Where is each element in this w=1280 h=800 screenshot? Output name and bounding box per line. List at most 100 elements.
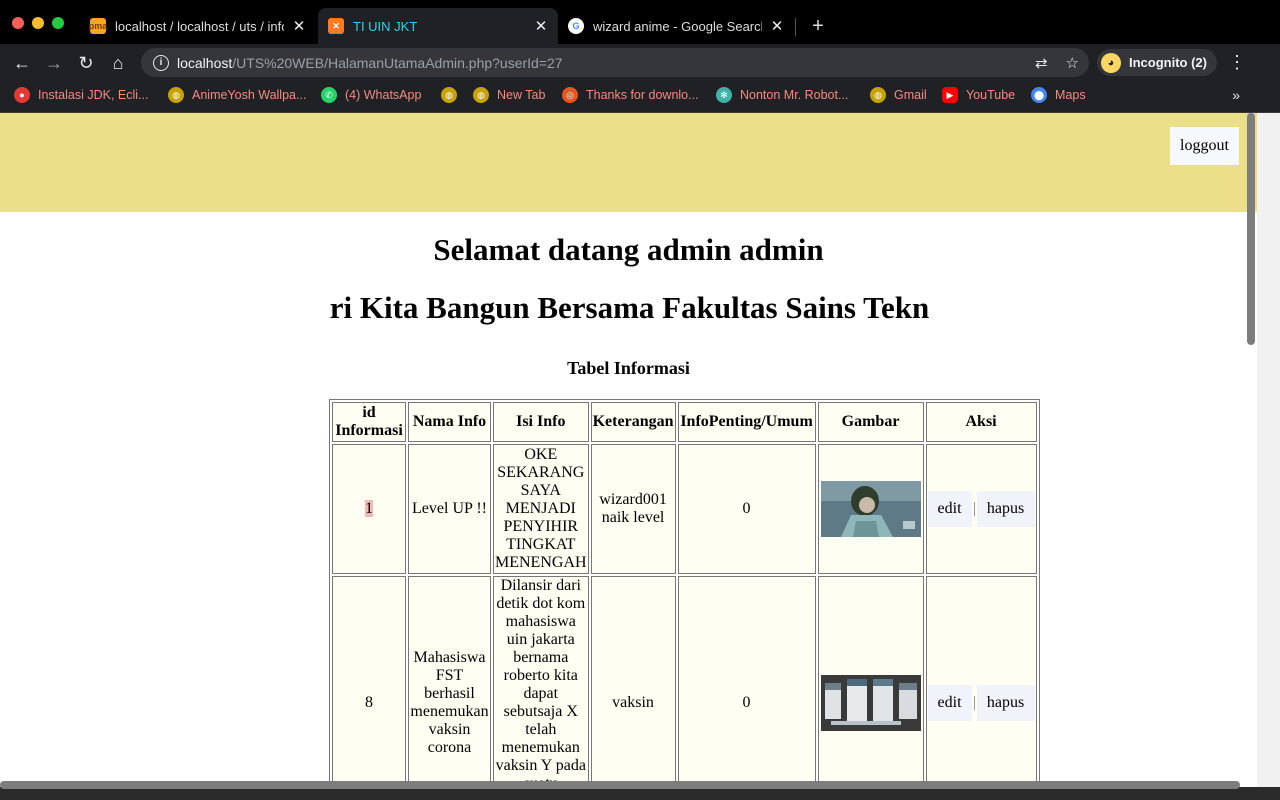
tab-phpmyadmin[interactable]: pma localhost / localhost / uts / info ✕ [80,8,316,44]
bookmark-label: Instalasi JDK, Ecli... [38,88,149,102]
cell-aksi: edit hapus [925,444,1037,574]
browser-tab-bar: pma localhost / localhost / uts / info ✕… [0,0,1280,44]
welcome-heading: Selamat datang admin admin [433,232,824,267]
reload-icon[interactable]: ↻ [75,52,97,74]
tab-ti-uin-jkt[interactable]: ✕ TI UIN JKT ✕ [318,8,558,44]
vaccine-vials-image [820,675,921,731]
bookmark-label: New Tab [497,88,546,102]
page-header: loggout [0,113,1257,212]
more-bookmarks-icon[interactable]: » [1232,87,1240,103]
column-header: InfoPenting/Umum [677,402,816,442]
logout-button[interactable]: loggout [1170,127,1239,165]
whatsapp-icon: ✆ [321,87,337,103]
info-table: id Informasi Nama Info Isi Info Keterang… [329,399,1040,787]
cell-penting: 0 [677,576,816,787]
tab-title: TI UIN JKT [353,18,418,34]
bookmark-item[interactable]: ⬤ Maps [1031,87,1086,103]
bookmark-label: Gmail [894,88,927,102]
table-header-row: id Informasi Nama Info Isi Info Keterang… [332,402,1037,442]
marquee-text: Mari Kita Bangun Bersama Fakultas Sains … [329,290,929,325]
window-controls [12,17,64,29]
close-tab-icon[interactable]: ✕ [534,17,548,35]
column-header: Nama Info [408,402,491,442]
phpmyadmin-icon: pma [89,18,107,34]
tab-title: wizard anime - Google Search [593,18,762,34]
cell-gambar [817,444,924,574]
bookmark-star-icon[interactable]: ☆ [1066,54,1079,72]
close-tab-icon[interactable]: ✕ [292,17,306,35]
globe-icon: ◍ [441,87,457,103]
tab-title: localhost / localhost / uts / info [115,18,284,34]
tab-google-search[interactable]: G wizard anime - Google Search ✕ [558,8,794,44]
cell-id: 8 [332,576,406,787]
bookmark-item[interactable]: ◍ AnimeYosh Wallpa... [168,87,306,103]
google-icon: G [568,18,584,34]
tab-separator [795,18,796,36]
delete-button[interactable]: hapus [976,685,1035,721]
bookmark-label: Nonton Mr. Robot... [740,88,849,102]
url-text: localhost/UTS%20WEB/HalamanUtamaAdmin.ph… [177,55,563,71]
horizontal-scrollbar[interactable] [0,781,1240,789]
incognito-badge[interactable]: ◕ Incognito (2) [1097,49,1217,76]
incognito-icon: ◕ [1101,52,1121,73]
maps-pin-icon: ⬤ [1031,87,1047,103]
table-row: 8 Mahasiswa FST berhasil menemukan vaksi… [332,576,1037,787]
back-icon[interactable]: ← [11,52,33,74]
bookmark-label: AnimeYosh Wallpa... [192,88,307,102]
new-tab-button[interactable]: + [808,14,828,38]
delete-button[interactable]: hapus [976,491,1035,527]
youtube-icon: ▶ [942,87,958,103]
minimize-window-button[interactable] [32,17,44,29]
edit-button[interactable]: edit [927,491,972,527]
cell-aksi: edit hapus [925,576,1037,787]
edit-button[interactable]: edit [927,685,972,721]
page-viewport: loggout Selamat datang admin admin Mari … [0,113,1257,787]
globe-icon: ◍ [870,87,886,103]
cell-isi: Dilansir dari detik dot kom mahasiswa ui… [493,576,589,787]
browser-toolbar: ← → ↻ ⌂ i localhost/UTS%20WEB/HalamanUta… [0,44,1280,81]
red-circle-icon: ● [14,87,30,103]
bookmarks-bar: ● Instalasi JDK, Ecli... ◍ AnimeYosh Wallp… [0,81,1280,113]
bookmark-label: Thanks for downlo... [586,88,699,102]
column-header: Isi Info [493,402,589,442]
browser-menu-icon[interactable]: ⋮ [1228,52,1246,72]
bookmark-item[interactable]: ◍ New Tab [473,87,545,103]
action-divider [973,502,975,516]
ubuntu-icon: ◎ [562,87,578,103]
cell-keterangan: wizard001 naik level [590,444,676,574]
bookmark-label: Maps [1055,88,1086,102]
site-info-icon[interactable]: i [153,54,169,71]
translate-icon[interactable]: ⇄ [1035,54,1048,72]
action-divider [973,696,975,710]
cell-penting: 0 [677,444,816,574]
bookmark-label: YouTube [966,88,1016,102]
globe-icon: ◍ [168,87,184,103]
column-header: Gambar [817,402,924,442]
vertical-scrollbar[interactable] [1247,113,1255,345]
bookmark-item[interactable]: ✻ Nonton Mr. Robot... [716,87,848,103]
url-host: localhost [177,54,233,71]
cell-nama: Mahasiswa FST berhasil menemukan vaksin … [408,576,491,787]
close-window-button[interactable] [12,17,24,29]
forward-icon[interactable]: → [43,52,65,74]
bookmark-item[interactable]: ◎ Thanks for downlo... [562,87,699,103]
column-header: id Informasi [332,402,406,442]
vertical-scrollbar-track [1257,113,1280,787]
address-bar[interactable]: i localhost/UTS%20WEB/HalamanUtamaAdmin.… [141,48,1089,77]
incognito-label: Incognito (2) [1129,55,1207,70]
cell-id: 1 [332,444,406,574]
cell-keterangan: vaksin [590,576,676,787]
bookmark-item[interactable]: ◍ [441,87,465,103]
url-path: /UTS%20WEB/HalamanUtamaAdmin.php?userId=… [232,54,563,71]
bookmark-label: (4) WhatsApp [345,88,422,102]
close-tab-icon[interactable]: ✕ [770,17,784,35]
cell-nama: Level UP !! [408,444,491,574]
bookmark-item[interactable]: ✆ (4) WhatsApp [321,87,421,103]
table-caption: Tabel Informasi [567,358,690,378]
home-icon[interactable]: ⌂ [107,52,129,74]
maximize-window-button[interactable] [52,17,64,29]
bookmark-item[interactable]: ● Instalasi JDK, Ecli... [14,87,148,103]
bookmark-item[interactable]: ◍ Gmail [870,87,927,103]
bookmark-item[interactable]: ▶ YouTube [942,87,1015,103]
cell-gambar [817,576,924,787]
